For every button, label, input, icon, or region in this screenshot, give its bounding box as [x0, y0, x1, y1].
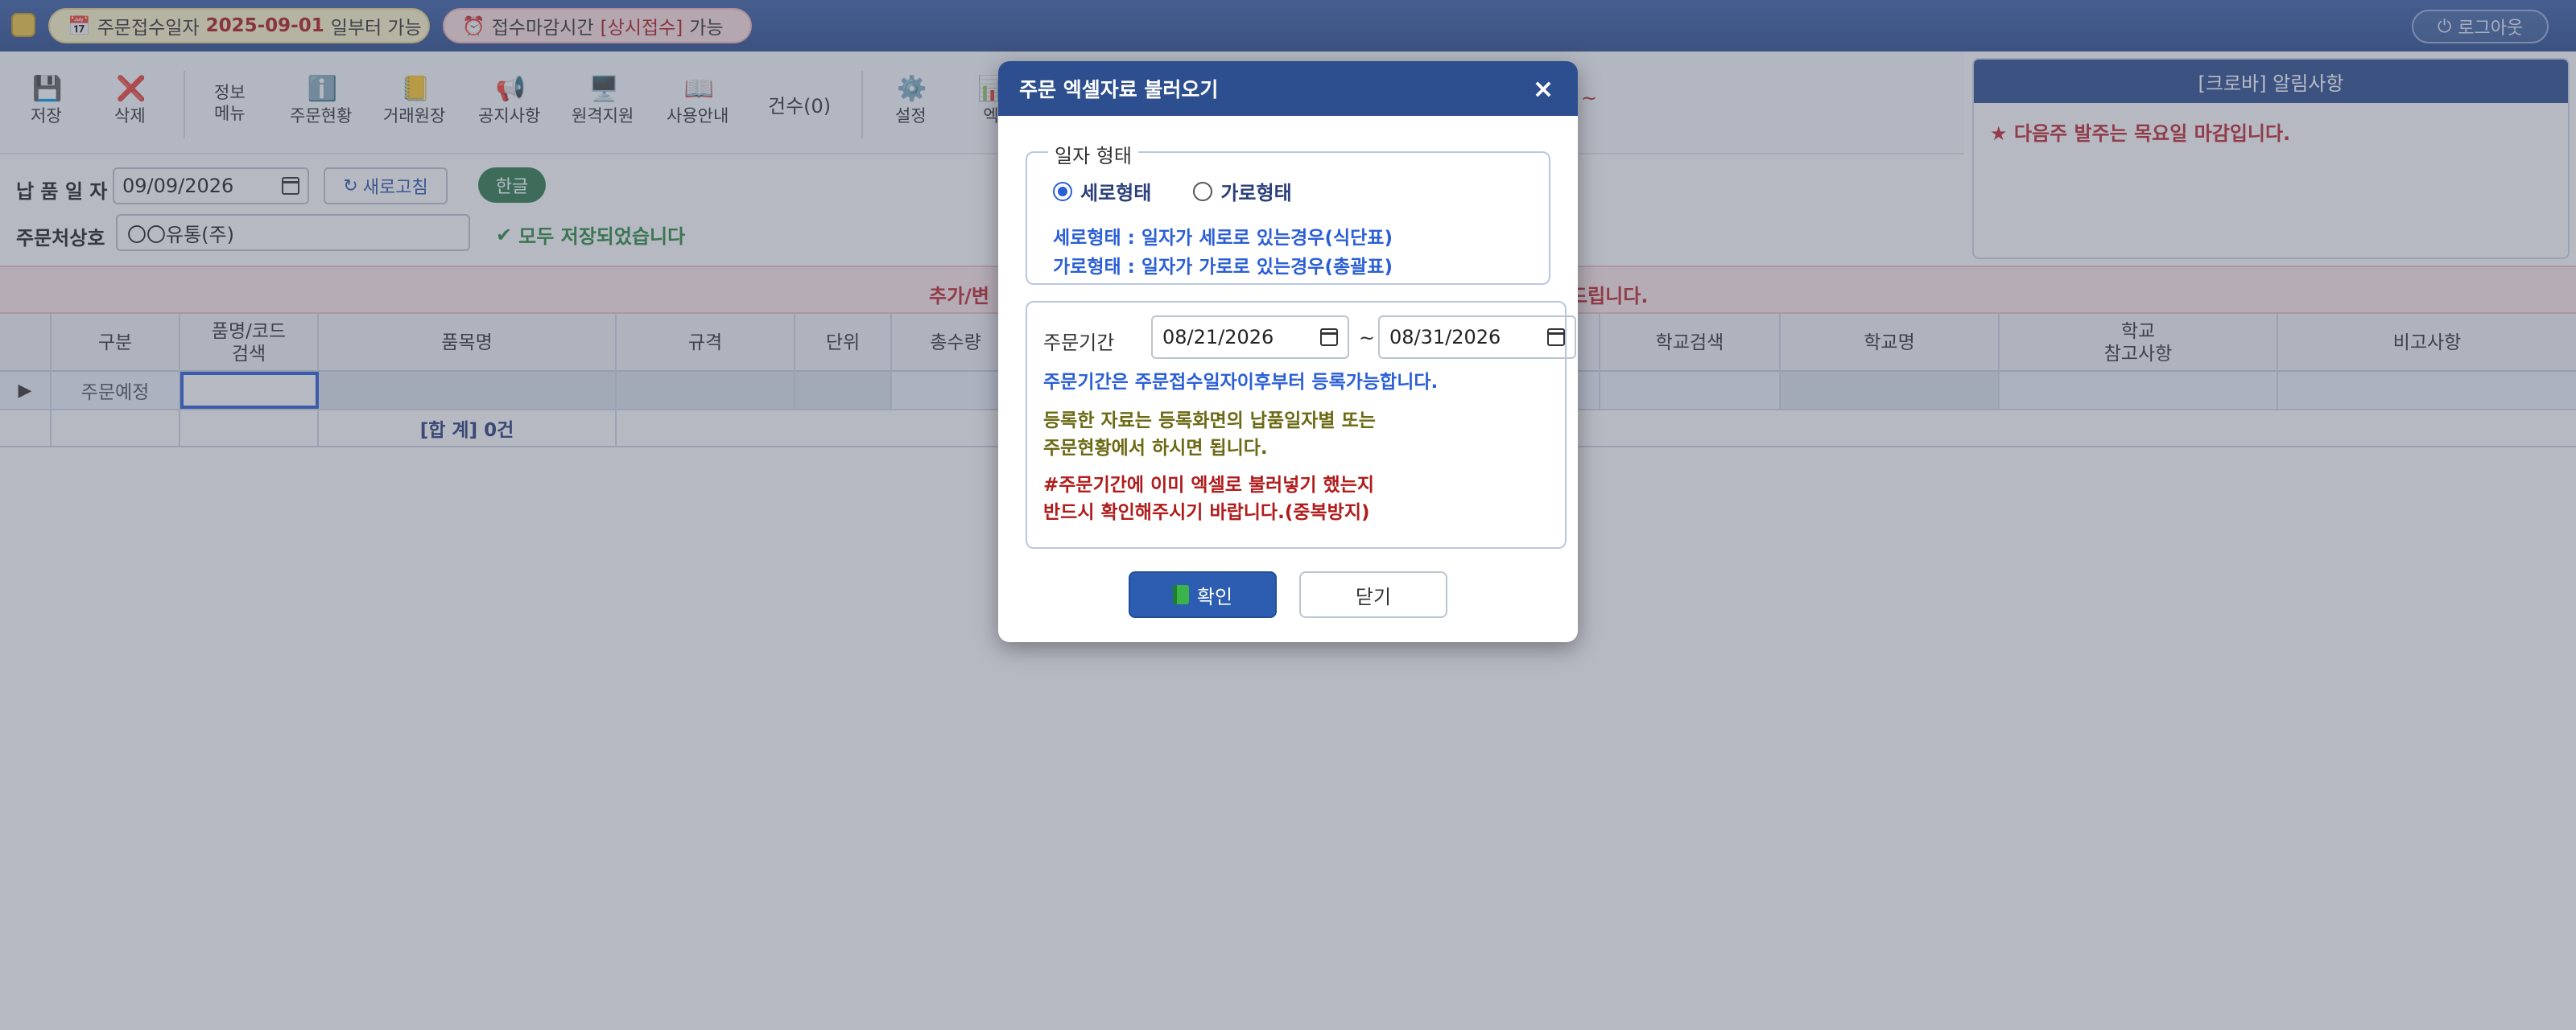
radio-horizontal-dot[interactable]: [1193, 181, 1213, 201]
duplicate-warning-line2: 반드시 확인해주시기 바랍니다.(중복방지): [1043, 502, 1370, 523]
dialog-title: 주문 엑셀자료 불러오기: [1019, 78, 1219, 101]
period-rule-message: 주문기간은 주문접수일자이후부터 등록가능합니다.: [1043, 372, 1439, 393]
date-format-radio-group: 세로형태 가로형태: [1053, 177, 1292, 205]
duplicate-warning-line1: #주문기간에 이미 엑셀로 불러넣기 했는지: [1043, 475, 1375, 496]
order-period-fieldset: 주문기간 08/21/2026 ~ 08/31/2026 주문기간은 주문접수일…: [1026, 301, 1576, 549]
dialog-header: 주문 엑셀자료 불러오기 ×: [998, 61, 1578, 116]
calendar-picker-icon[interactable]: [1547, 328, 1565, 346]
date-format-legend: 일자 형태: [1048, 140, 1138, 168]
radio-vertical-label: 세로형태: [1080, 182, 1152, 204]
period-start-value: 08/21/2026: [1162, 326, 1274, 348]
registration-message: 등록한 자료는 등록화면의 납품일자별 또는 주문현황에서 하시면 됩니다.: [1043, 407, 1376, 462]
date-format-fieldset: 일자 형태 세로형태 가로형태 세로형태 : 일자가 세로로 있는경우(식단표)…: [1026, 140, 1550, 285]
desc-horizontal: 가로형태 : 일자가 가로로 있는경우(총괄표): [1053, 257, 1393, 278]
desc-vertical: 세로형태 : 일자가 세로로 있는경우(식단표): [1053, 228, 1393, 249]
close-button[interactable]: 닫기: [1299, 571, 1447, 618]
close-icon[interactable]: ×: [1530, 73, 1557, 104]
duplicate-warning: #주문기간에 이미 엑셀로 불러넣기 했는지 반드시 확인해주시기 바랍니다.(…: [1043, 472, 1374, 526]
radio-vertical-dot[interactable]: [1053, 181, 1072, 201]
radio-horizontal[interactable]: 가로형태: [1193, 177, 1292, 205]
registration-message-line1: 등록한 자료는 등록화면의 납품일자별 또는: [1043, 410, 1376, 431]
period-end-value: 08/31/2026: [1389, 326, 1501, 348]
registration-message-line2: 주문현황에서 하시면 됩니다.: [1043, 438, 1268, 459]
calendar-picker-icon[interactable]: [1320, 328, 1338, 346]
radio-vertical[interactable]: 세로형태: [1053, 177, 1151, 205]
period-label: 주문기간: [1043, 332, 1115, 354]
excel-import-dialog: 주문 엑셀자료 불러오기 × 일자 형태 세로형태 가로형태 세로형태 : 일자…: [998, 61, 1578, 642]
date-format-description: 세로형태 : 일자가 세로로 있는경우(식단표) 가로형태 : 일자가 가로로 …: [1053, 224, 1393, 282]
period-separator: ~: [1359, 327, 1376, 349]
period-end-input[interactable]: 08/31/2026: [1378, 315, 1576, 359]
period-start-input[interactable]: 08/21/2026: [1151, 315, 1349, 359]
confirm-button[interactable]: 확인: [1129, 571, 1277, 618]
excel-book-icon: [1172, 585, 1189, 604]
confirm-label: 확인: [1196, 585, 1233, 608]
radio-horizontal-label: 가로형태: [1220, 182, 1292, 204]
